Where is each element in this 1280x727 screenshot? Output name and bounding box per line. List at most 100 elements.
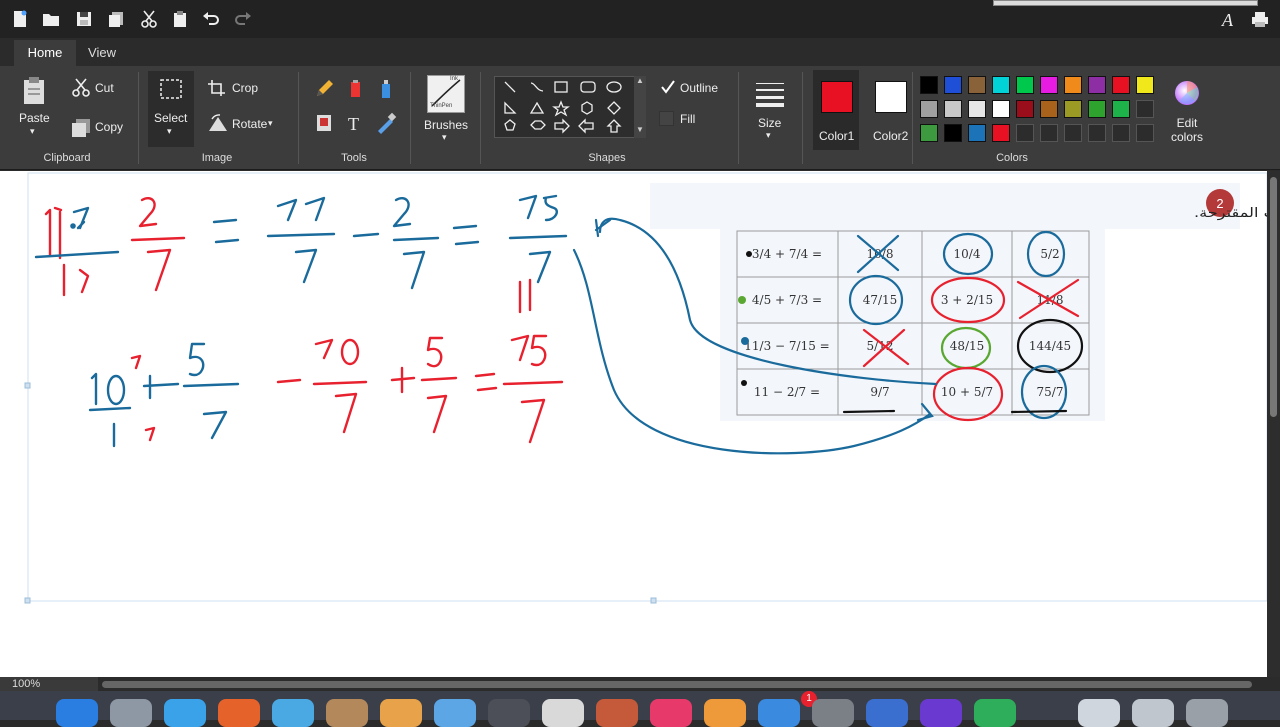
size-button[interactable]: Size — [758, 116, 781, 130]
firefox-icon[interactable] — [218, 699, 260, 727]
scissors-icon[interactable] — [136, 6, 162, 32]
safari-icon[interactable] — [164, 699, 206, 727]
textedit-icon[interactable] — [542, 699, 584, 727]
app-icon-4[interactable] — [974, 699, 1016, 727]
horizontal-scrollbar[interactable] — [102, 681, 1252, 688]
crop-icon[interactable] — [207, 79, 227, 97]
brushes-button[interactable]: Brushes — [424, 118, 468, 132]
edit-colors-button[interactable]: Edit colors — [1167, 116, 1207, 144]
select-rect-icon[interactable] — [159, 78, 183, 100]
print-icon[interactable] — [1247, 6, 1273, 32]
stats-icon[interactable] — [488, 699, 530, 727]
palette-empty-slot[interactable] — [1136, 124, 1154, 142]
folder-icon[interactable] — [1132, 699, 1174, 727]
brushes-dropdown-icon[interactable]: ▾ — [442, 132, 447, 143]
open-folder-icon[interactable] — [38, 6, 64, 32]
palette-swatch[interactable] — [968, 76, 986, 94]
app-icon-3[interactable] — [920, 699, 962, 727]
paste-button[interactable]: Paste — [19, 111, 50, 125]
tab-view[interactable]: View — [76, 40, 128, 66]
books-icon[interactable] — [704, 699, 746, 727]
palette-swatch[interactable] — [1112, 100, 1130, 118]
contacts-icon[interactable] — [326, 699, 368, 727]
vertical-scroll-thumb[interactable] — [1270, 177, 1277, 417]
palette-swatch[interactable] — [1064, 76, 1082, 94]
text-style-icon[interactable]: A — [1216, 6, 1242, 32]
calendar-icon[interactable] — [596, 699, 638, 727]
text-tool-icon[interactable]: T — [343, 112, 367, 134]
shapes-scroll[interactable]: ▲ ▼ — [634, 76, 646, 138]
crop-button[interactable]: Crop — [232, 81, 258, 95]
shapes-scroll-up-icon[interactable]: ▲ — [634, 76, 646, 85]
select-button[interactable]: Select — [154, 111, 187, 125]
palette-swatch[interactable] — [944, 100, 962, 118]
palette-swatch[interactable] — [992, 124, 1010, 142]
launchpad-icon[interactable] — [110, 699, 152, 727]
palette-swatch[interactable] — [1016, 100, 1034, 118]
palette-swatch[interactable] — [1136, 76, 1154, 94]
palette-empty-slot[interactable] — [1136, 100, 1154, 118]
shapes-scroll-down-icon[interactable]: ▼ — [634, 125, 646, 134]
outline-checkbox[interactable] — [660, 79, 676, 95]
palette-swatch[interactable] — [968, 124, 986, 142]
copy-pages-icon[interactable] — [103, 6, 129, 32]
palette-swatch[interactable] — [1112, 76, 1130, 94]
palette-swatch[interactable] — [944, 76, 962, 94]
undo-icon[interactable] — [198, 6, 224, 32]
palette-swatch[interactable] — [920, 100, 938, 118]
fill-label[interactable]: Fill — [680, 112, 695, 126]
size-dropdown-icon[interactable]: ▾ — [766, 130, 771, 141]
finder-icon[interactable] — [56, 699, 98, 727]
trash-icon[interactable] — [1186, 699, 1228, 727]
paste-dropdown-icon[interactable]: ▾ — [30, 126, 35, 137]
copy-button[interactable]: Copy — [95, 120, 123, 134]
pencil-icon[interactable] — [312, 78, 336, 100]
select-dropdown-icon[interactable]: ▾ — [167, 126, 172, 137]
palette-swatch[interactable] — [1088, 100, 1106, 118]
palette-swatch[interactable] — [1064, 100, 1082, 118]
color2-label[interactable]: Color2 — [873, 129, 908, 143]
palette-swatch[interactable] — [992, 76, 1010, 94]
eraser-icon[interactable] — [312, 112, 336, 134]
paste-large-icon[interactable] — [20, 74, 48, 108]
palette-empty-slot[interactable] — [1088, 124, 1106, 142]
tab-home[interactable]: Home — [14, 40, 76, 66]
notes-icon[interactable] — [380, 699, 422, 727]
palette-swatch[interactable] — [920, 76, 938, 94]
document-icon[interactable] — [1078, 699, 1120, 727]
palette-empty-slot[interactable] — [1016, 124, 1034, 142]
palette-empty-slot[interactable] — [1112, 124, 1130, 142]
color2-swatch[interactable] — [875, 81, 907, 113]
palette-swatch[interactable] — [944, 124, 962, 142]
palette-swatch[interactable] — [1040, 76, 1058, 94]
palette-swatch[interactable] — [1016, 76, 1034, 94]
palette-empty-slot[interactable] — [1064, 124, 1082, 142]
music-icon[interactable] — [650, 699, 692, 727]
fill-bucket-icon[interactable] — [343, 78, 367, 100]
app-icon[interactable] — [272, 699, 314, 727]
copy-icon[interactable] — [70, 118, 92, 138]
palette-swatch[interactable] — [1040, 100, 1058, 118]
rotate-button[interactable]: Rotate — [232, 117, 267, 131]
redo-icon[interactable] — [230, 6, 256, 32]
palette-swatch[interactable] — [1088, 76, 1106, 94]
color1-swatch[interactable] — [821, 81, 853, 113]
palette-swatch[interactable] — [992, 100, 1010, 118]
app-store-icon[interactable] — [758, 699, 800, 727]
outline-label[interactable]: Outline — [680, 81, 718, 95]
shapes-gallery[interactable] — [494, 76, 646, 138]
zoom-level[interactable]: 100% — [0, 677, 98, 691]
color-picker-icon[interactable] — [374, 112, 398, 134]
palette-empty-slot[interactable] — [1040, 124, 1058, 142]
palette-swatch[interactable] — [968, 100, 986, 118]
fill-checkbox[interactable] — [659, 111, 674, 126]
spray-icon[interactable] — [374, 78, 398, 100]
cut-icon[interactable] — [71, 78, 91, 98]
color1-label[interactable]: Color1 — [819, 129, 854, 143]
palette-swatch[interactable] — [920, 124, 938, 142]
new-file-icon[interactable] — [7, 6, 33, 32]
rotate-dropdown-icon[interactable]: ▾ — [268, 118, 273, 129]
cut-button[interactable]: Cut — [95, 81, 114, 95]
canvas-workspace[interactable]: 2 حدّد بالنسبة لكلّ واد الإجابة أو الإجا… — [0, 171, 1267, 697]
preview-icon[interactable] — [434, 699, 476, 727]
